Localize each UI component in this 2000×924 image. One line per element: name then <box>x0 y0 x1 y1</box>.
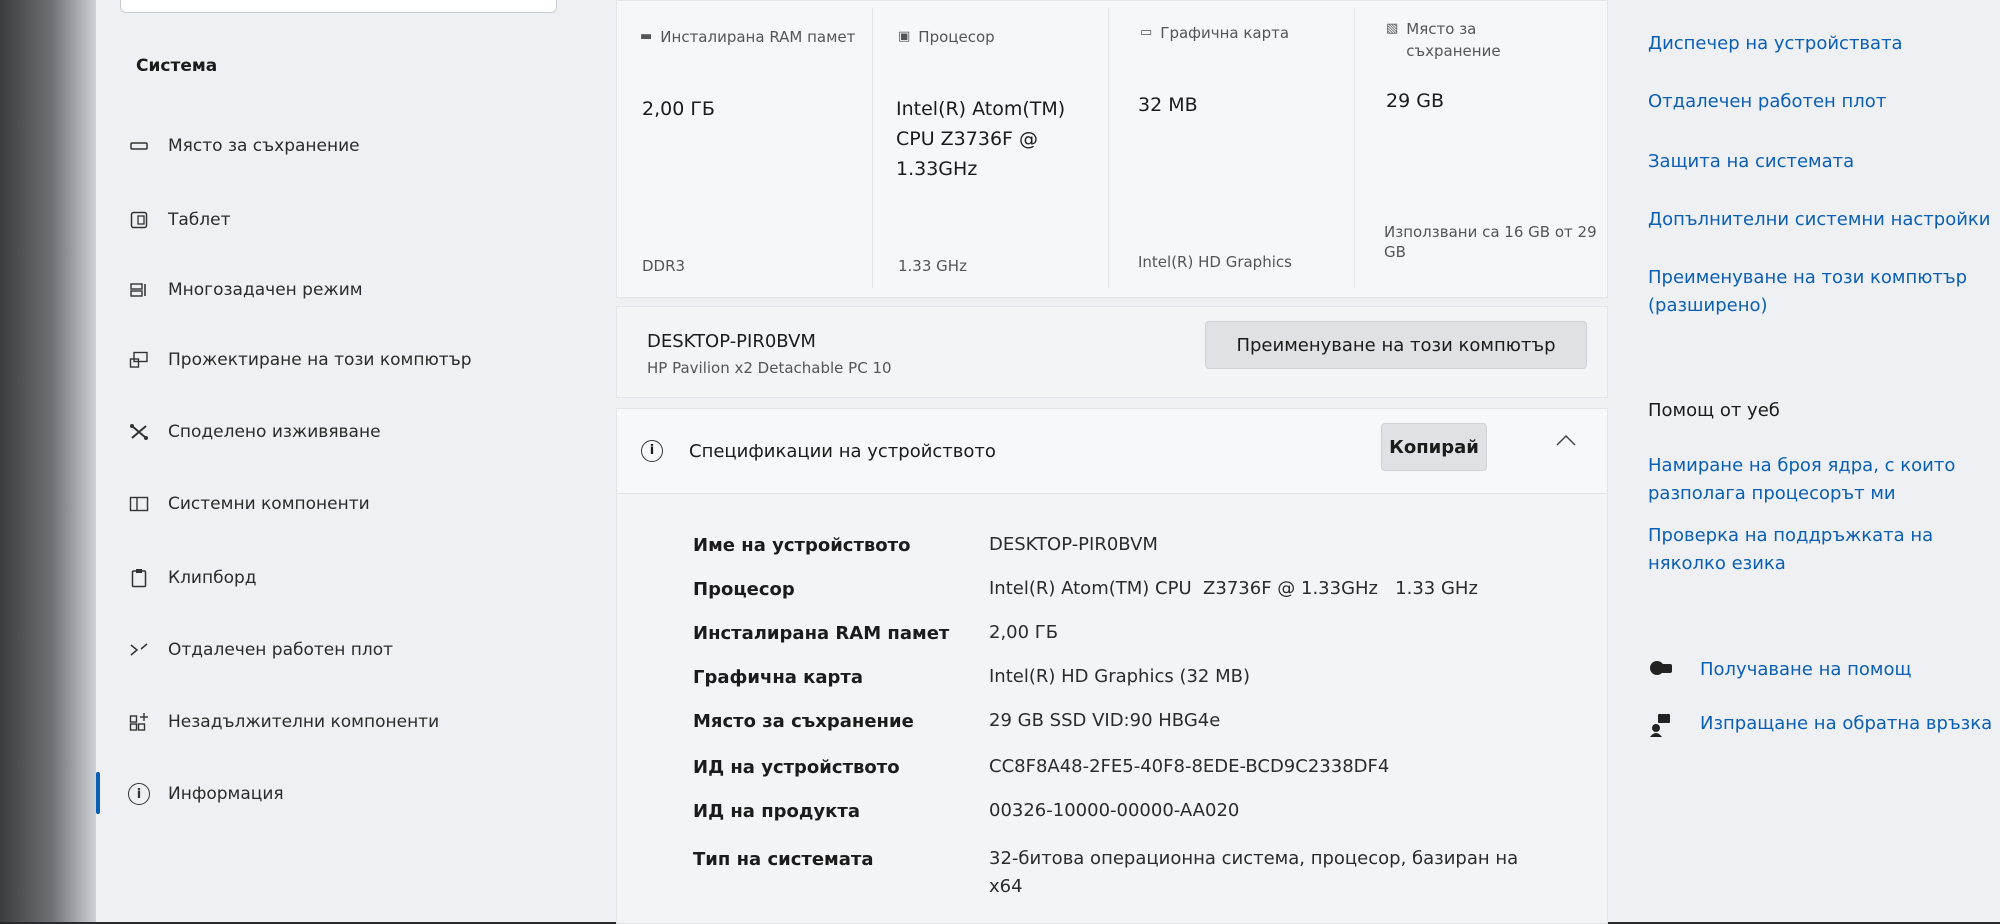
optional-components-icon <box>126 712 152 732</box>
sidebar-item-label: Многозадачен режим <box>168 280 363 300</box>
sidebar-item-label: Незадължителни компоненти <box>168 712 440 732</box>
device-specs-panel: i Спецификации на устройството Копирай И… <box>616 408 1608 924</box>
link-find-cores[interactable]: Намиране на броя ядра, с които разполага… <box>1648 452 1978 508</box>
info-icon: i <box>641 439 663 462</box>
spec-value-storage: 29 GB SSD VID:90 HBG4e <box>989 710 1221 731</box>
sidebar-item-label: Клипборд <box>168 568 257 588</box>
graphics-card-icon: ▭ <box>1140 25 1153 40</box>
sidebar-item-optional-components[interactable]: Незадължителни компоненти <box>126 704 439 740</box>
storage-icon <box>126 141 152 151</box>
spec-label-system-type: Тип на системата <box>693 849 874 870</box>
settings-window: Система Място за съхранение Таблет Много… <box>0 0 2000 924</box>
link-get-help[interactable]: Получаване на помощ <box>1700 656 1911 684</box>
ram-card-value: 2,00 ГБ <box>642 98 715 120</box>
projection-icon <box>126 351 152 369</box>
pc-name-panel: DESKTOP-PIR0BVM HP Pavilion x2 Detachabl… <box>616 306 1608 398</box>
spec-value-graphics: Intel(R) HD Graphics (32 MB) <box>989 666 1250 687</box>
storage-card-value: 29 GB <box>1386 90 1444 112</box>
link-send-feedback[interactable]: Изпращане на обратна връзка <box>1700 710 1992 738</box>
sidebar-item-storage[interactable]: Място за съхранение <box>126 128 360 164</box>
sidebar-item-system-components[interactable]: Системни компоненти <box>126 486 370 522</box>
shared-experience-icon <box>126 423 152 441</box>
link-language-support[interactable]: Проверка на поддръжката на няколко езика <box>1648 522 1978 578</box>
sidebar-item-clipboard[interactable]: Клипборд <box>126 560 257 596</box>
link-rename-advanced[interactable]: Преименуване на този компютър (разширено… <box>1648 264 1978 320</box>
device-specs-header[interactable]: i Спецификации на устройството Копирай <box>617 409 1607 494</box>
cpu-card-value: Intel(R) Atom(TM) CPU Z3736F @ 1.33GHz <box>896 98 1066 180</box>
multitasking-icon <box>126 282 152 298</box>
sidebar-item-label: Споделено изживяване <box>168 422 381 442</box>
spec-value-system-type: 32-битова операционна система, процесор,… <box>989 848 1519 897</box>
cpu-card-sub: 1.33 GHz <box>898 257 967 275</box>
storage-card-header: ▧ Място за съхранение <box>1386 20 1501 60</box>
spec-label-ram: Инсталирана RAM памет <box>693 623 950 644</box>
feedback-icon <box>1648 712 1674 743</box>
spec-label-processor: Процесор <box>693 579 795 600</box>
spec-label-device-name: Име на устройството <box>693 535 911 556</box>
copy-button[interactable]: Копирай <box>1381 423 1487 471</box>
chevron-up-icon[interactable] <box>1555 431 1577 452</box>
pc-model: HP Pavilion x2 Detachable PC 10 <box>647 359 892 377</box>
spec-label-device-id: ИД на устройството <box>693 757 900 778</box>
web-help-title: Помощ от уеб <box>1648 400 1780 421</box>
ram-card-sub: DDR3 <box>642 257 686 275</box>
cpu-card-header: ▣ Процесор <box>898 28 995 46</box>
spec-label-product-id: ИД на продукта <box>693 801 860 822</box>
clipboard-icon <box>126 568 152 588</box>
spec-label-storage: Място за съхранение <box>693 711 914 732</box>
main-content: ▬ Инсталирана RAM памет 2,00 ГБ DDR3 ▣ П… <box>612 0 1622 924</box>
window-edge <box>0 0 96 922</box>
spec-label-graphics: Графична карта <box>693 667 864 688</box>
system-components-icon <box>126 496 152 512</box>
sidebar-item-label: Системни компоненти <box>168 494 370 514</box>
memory-icon: ▬ <box>640 29 653 44</box>
sidebar: Система Място за съхранение Таблет Много… <box>96 0 596 922</box>
sidebar-item-shared-experience[interactable]: Споделено изживяване <box>126 414 381 450</box>
link-advanced-system-settings[interactable]: Допълнителни системни настройки <box>1648 206 1991 234</box>
gpu-card-value: 32 MB <box>1138 94 1198 116</box>
sidebar-item-about[interactable]: i Информация <box>126 776 284 812</box>
gpu-card-header: ▭ Графична карта <box>1140 24 1290 42</box>
sidebar-item-label: Информация <box>168 784 284 804</box>
rename-pc-button[interactable]: Преименуване на този компютър <box>1205 321 1587 369</box>
link-system-protection[interactable]: Защита на системата <box>1648 148 1854 176</box>
ram-card-header: ▬ Инсталирана RAM памет <box>640 28 856 46</box>
sidebar-item-label: Таблет <box>168 210 231 230</box>
processor-icon: ▣ <box>898 29 911 44</box>
sidebar-item-label: Прожектиране на този компютър <box>168 350 472 370</box>
sidebar-item-multitasking[interactable]: Многозадачен режим <box>126 272 363 308</box>
storage-card-sub: Използвани са 16 GB от 29 GB <box>1384 223 1597 261</box>
sidebar-item-label: Отдалечен работен плот <box>168 640 394 660</box>
sidebar-item-projection[interactable]: Прожектиране на този компютър <box>126 342 472 378</box>
sidebar-item-label: Място за съхранение <box>168 136 360 156</box>
spec-value-ram: 2,00 ГБ <box>989 622 1059 643</box>
tablet-icon <box>126 211 152 229</box>
remote-desktop-icon <box>126 642 152 658</box>
spec-value-product-id: 00326-10000-00000-AA020 <box>989 800 1240 821</box>
link-device-manager[interactable]: Диспечер на устройствата <box>1648 30 1903 58</box>
info-icon: i <box>126 783 152 805</box>
related-settings: Диспечер на устройствата Отдалечен работ… <box>1640 0 2000 922</box>
help-icon <box>1648 658 1674 685</box>
spec-value-processor: Intel(R) Atom(TM) CPU Z3736F @ 1.33GHz 1… <box>989 578 1478 599</box>
sidebar-title: Система <box>136 56 218 76</box>
gpu-card-sub: Intel(R) HD Graphics <box>1138 253 1292 271</box>
link-remote-desktop[interactable]: Отдалечен работен плот <box>1648 88 1886 116</box>
sidebar-item-tablet[interactable]: Таблет <box>126 202 231 238</box>
sidebar-item-remote-desktop[interactable]: Отдалечен работен плот <box>126 632 393 668</box>
drive-icon: ▧ <box>1386 21 1399 36</box>
spec-value-device-id: CC8F8A48-2FE5-40F8-8EDE-BCD9C2338DF4 <box>989 756 1390 777</box>
selected-indicator <box>96 772 100 814</box>
spec-value-device-name: DESKTOP-PIR0BVM <box>989 534 1158 555</box>
pc-name: DESKTOP-PIR0BVM <box>647 331 816 352</box>
device-specs-title: Спецификации на устройството <box>689 441 996 462</box>
